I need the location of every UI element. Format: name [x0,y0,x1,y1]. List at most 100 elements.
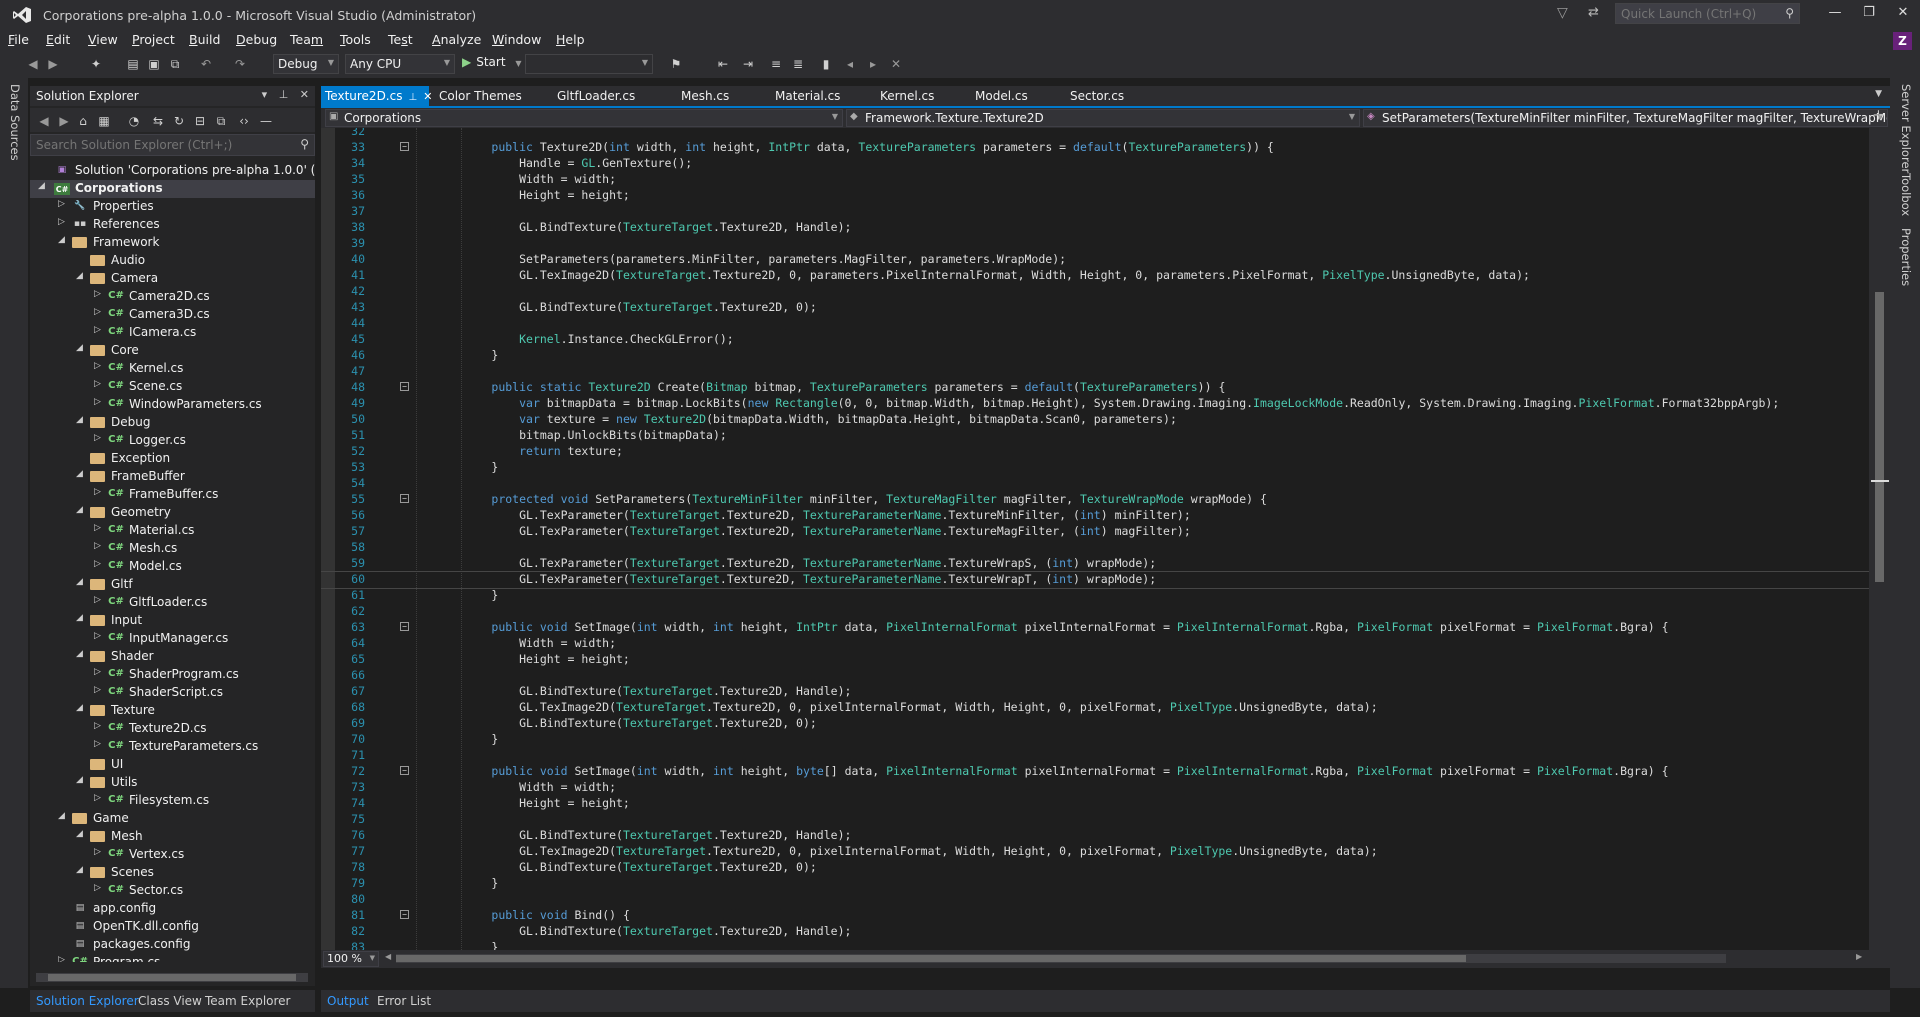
document-tab[interactable]: Model.cs [971,86,1051,106]
tree-item[interactable]: ▷ C# Program.cs [30,954,315,962]
tree-item[interactable]: ▷ C# Scene.cs [30,378,315,396]
code-line[interactable]: 83 } [321,940,1869,950]
expand-arrow-icon[interactable]: ▷ [94,289,104,299]
collapse-arrow-icon[interactable]: ◢ [76,865,86,875]
code-line[interactable]: 56 GL.TexParameter(TextureTarget.Texture… [321,508,1869,524]
collapse-arrow-icon[interactable]: ◢ [76,703,86,713]
collapse-arrow-icon[interactable]: ◢ [76,613,86,623]
tree-item[interactable]: ◢ FrameBuffer [30,468,315,486]
code-line[interactable]: 37 [321,204,1869,220]
tree-item[interactable]: ◢ Game [30,810,315,828]
close-panel-icon[interactable]: ✕ [300,88,309,101]
code-line[interactable]: 73 Width = width; [321,780,1869,796]
tree-item[interactable]: ▷ C# FrameBuffer.cs [30,486,315,504]
code-line[interactable]: 39 [321,236,1869,252]
tab-output[interactable]: Output [327,994,369,1008]
close-tab-icon[interactable]: ✕ [423,90,432,103]
expand-arrow-icon[interactable]: ▷ [94,685,104,695]
expand-arrow-icon[interactable]: ▷ [94,793,104,803]
expand-arrow-icon[interactable]: ▷ [58,217,68,227]
step-icon[interactable]: ⇤ [715,56,731,72]
tree-item[interactable]: ▷ ▪▪ References [30,216,315,234]
start-debugging-button[interactable]: ▶ Start ▼ [462,55,522,75]
expand-arrow-icon[interactable]: ▷ [94,847,104,857]
tree-item[interactable]: ▷ C# InputManager.cs [30,630,315,648]
tree-item[interactable]: ▷ C# Vertex.cs [30,846,315,864]
split-window-icon[interactable]: ⊹ [1873,108,1884,123]
menu-build[interactable]: Build [189,32,220,47]
save-all-icon[interactable]: ⧉ [167,56,183,72]
solution-configuration-select[interactable]: Debug ▼ [273,54,339,74]
tree-item[interactable]: ▷ C# Camera2D.cs [30,288,315,306]
tree-item[interactable]: ◢ Texture [30,702,315,720]
collapse-arrow-icon[interactable]: ◢ [76,505,86,515]
outline-collapse-icon[interactable]: − [400,622,409,631]
menu-analyze[interactable]: Analyze [432,32,481,47]
expand-arrow-icon[interactable]: ▷ [94,721,104,731]
menu-team[interactable]: Team [290,32,323,47]
minimize-button[interactable]: — [1818,0,1852,28]
expand-arrow-icon[interactable]: ▷ [94,433,104,443]
sync-with-document-icon[interactable]: ⇆ [150,113,166,129]
code-line[interactable]: 52 return texture; [321,444,1869,460]
forward-icon[interactable]: ▶ [56,113,72,129]
code-line[interactable]: 82 GL.BindTexture(TextureTarget.Texture2… [321,924,1869,940]
code-line[interactable]: 44 [321,316,1869,332]
expand-arrow-icon[interactable]: ▷ [94,631,104,641]
menu-test[interactable]: Test [388,32,413,47]
properties-icon[interactable]: — [258,113,274,129]
account-avatar[interactable]: Z [1893,32,1912,50]
tree-item[interactable]: ◢ Utils [30,774,315,792]
tree-item[interactable]: ◢ Geometry [30,504,315,522]
tree-item[interactable]: ▷ C# Logger.cs [30,432,315,450]
menu-debug[interactable]: Debug [236,32,277,47]
tree-item[interactable]: ▷ 🔧 Properties [30,198,315,216]
code-line[interactable]: 76 GL.BindTexture(TextureTarget.Texture2… [321,828,1869,844]
code-line[interactable]: 42 [321,284,1869,300]
toolbox-tab[interactable]: Toolbox [1899,173,1913,216]
scroll-thumb[interactable] [1875,292,1884,582]
solution-platform-select[interactable]: Any CPU ▼ [345,54,455,74]
expand-arrow-icon[interactable]: ▷ [58,199,68,209]
pin-icon[interactable]: ⊥ [279,88,289,101]
expand-arrow-icon[interactable]: ▷ [94,559,104,569]
expand-arrow-icon[interactable]: ▷ [94,325,104,335]
switch-views-icon[interactable]: ▦ [96,113,112,129]
tree-item[interactable]: ▷ C# Camera3D.cs [30,306,315,324]
tree-item[interactable]: UI [30,756,315,774]
code-line[interactable]: 71 [321,748,1869,764]
code-line[interactable]: 45 Kernel.Instance.CheckGLError(); [321,332,1869,348]
tree-item[interactable]: ▣ Solution 'Corporations pre-alpha 1.0.0'… [30,162,315,180]
expand-arrow-icon[interactable]: ▷ [94,523,104,533]
tab-error-list[interactable]: Error List [377,994,431,1008]
tree-item[interactable]: ▤ app.config [30,900,315,918]
outline-collapse-icon[interactable]: − [400,142,409,151]
data-sources-tab[interactable]: Data Sources [8,84,22,161]
tree-item[interactable]: ▷ C# Sector.cs [30,882,315,900]
collapse-arrow-icon[interactable]: ◢ [76,415,86,425]
tree-item[interactable]: ◢ Camera [30,270,315,288]
code-line[interactable]: 68 GL.TexImage2D(TextureTarget.Texture2D… [321,700,1869,716]
solution-search-box[interactable]: ⚲ [30,134,315,156]
close-window-button[interactable]: ✕ [1886,0,1920,28]
save-icon[interactable]: ▣ [146,56,162,72]
menu-tools[interactable]: Tools [340,32,371,47]
clear-bookmarks-icon[interactable]: ✕ [888,56,904,72]
collapse-arrow-icon[interactable]: ◢ [76,775,86,785]
pin-tab-icon[interactable]: ⊥ [408,92,417,103]
document-tab[interactable]: Mesh.cs [677,86,757,106]
outline-collapse-icon[interactable]: − [400,494,409,503]
code-line[interactable]: 33− public Texture2D(int width, int heig… [321,140,1869,156]
quick-launch-box[interactable]: ⚲ [1615,3,1800,24]
tab-team-explorer[interactable]: Team Explorer [205,994,291,1008]
notification-filter-icon[interactable]: ▽ [1557,5,1568,21]
tree-item[interactable]: ▷ C# ShaderScript.cs [30,684,315,702]
open-file-icon[interactable]: ▤ [125,56,141,72]
navigate-forward-icon[interactable]: ▶ [45,56,61,72]
type-navigation-select[interactable]: ◆ Framework.Texture.Texture2D ▼ [846,109,1360,127]
code-line[interactable]: 75 [321,812,1869,828]
tree-item[interactable]: ◢ Mesh [30,828,315,846]
project-navigation-select[interactable]: ▣ Corporations ▼ [325,109,843,127]
code-line[interactable]: 46 } [321,348,1869,364]
tree-item[interactable]: Audio [30,252,315,270]
